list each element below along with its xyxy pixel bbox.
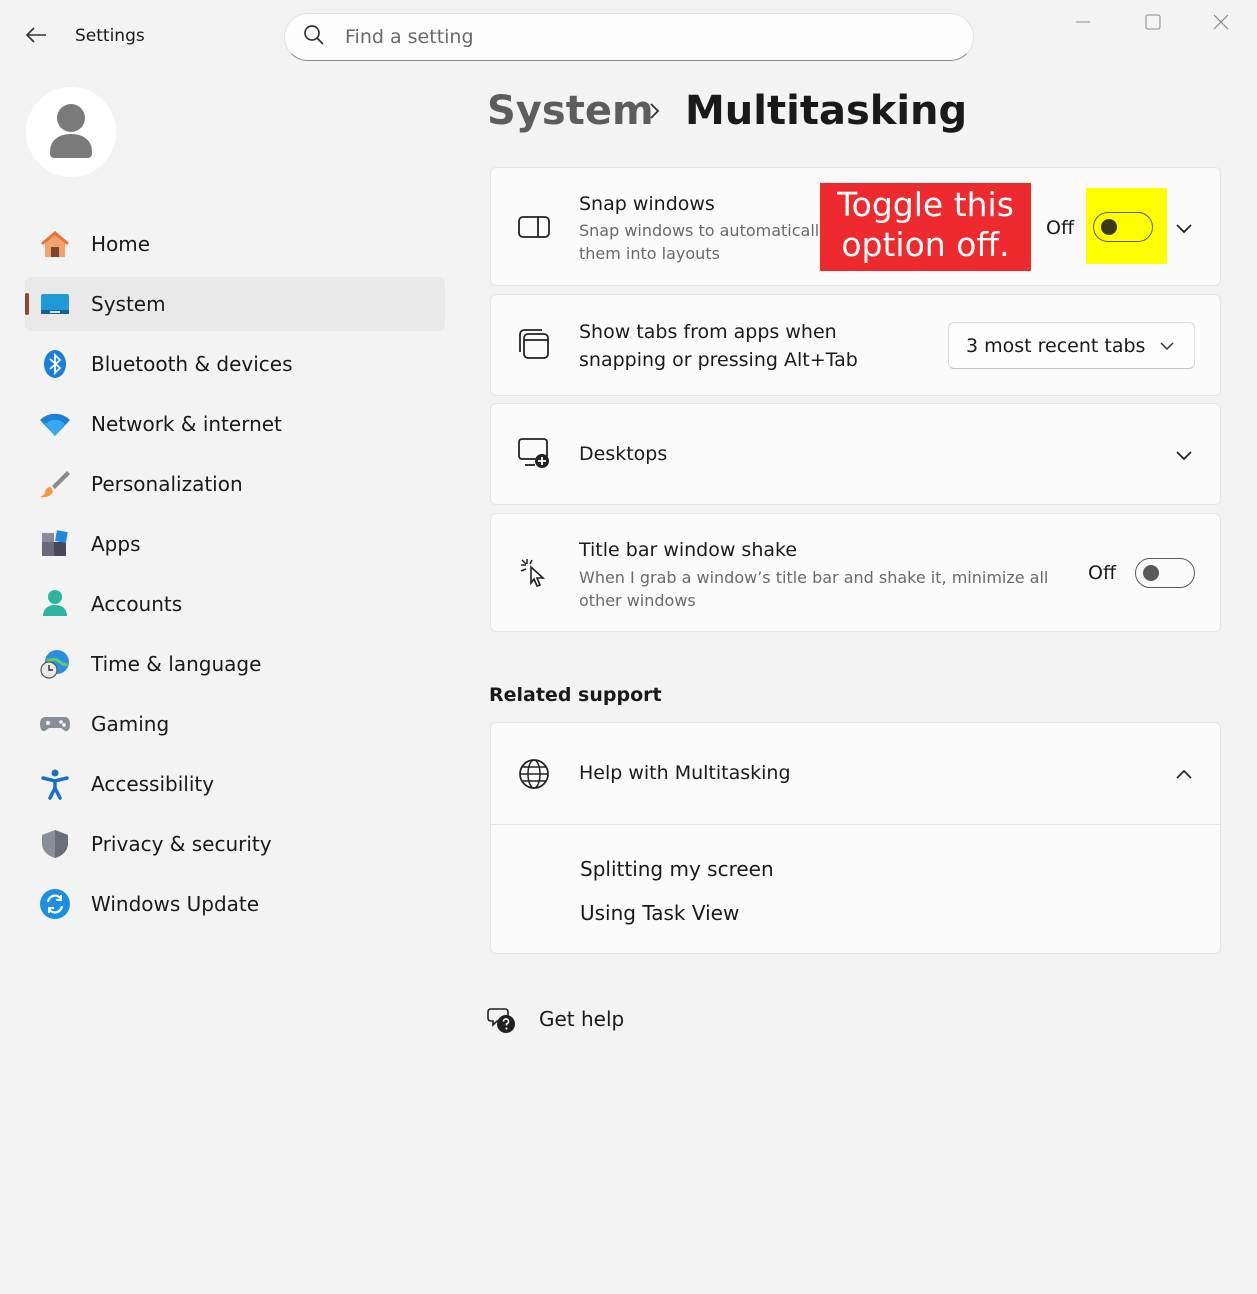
title-bar-shake-toggle[interactable] <box>1135 558 1195 588</box>
nav-item-system[interactable]: System <box>25 277 445 331</box>
system-icon <box>39 288 71 320</box>
globe-clock-icon <box>39 648 71 680</box>
callout-line1: Toggle this <box>837 185 1014 224</box>
instruction-callout: Toggle this option off. <box>820 183 1031 271</box>
nav-item-accessibility[interactable]: Accessibility <box>25 757 445 811</box>
nav-item-label: System <box>91 292 166 316</box>
breadcrumb-chevron-icon <box>648 100 662 126</box>
back-arrow-icon <box>25 26 47 48</box>
tabs-icon <box>517 327 551 361</box>
desktops-title: Desktops <box>579 443 668 465</box>
breadcrumb-parent[interactable]: System <box>487 88 654 134</box>
nav-item-label: Network & internet <box>91 412 282 436</box>
nav-item-bluetooth[interactable]: Bluetooth & devices <box>25 337 445 391</box>
snap-windows-title: Snap windows <box>579 193 715 215</box>
title-bar-shake-title: Title bar window shake <box>579 539 798 561</box>
title-bar-shake-desc-line2: other windows <box>579 591 696 610</box>
get-help-link[interactable]: Get help <box>539 1007 624 1031</box>
nav-item-label: Personalization <box>91 472 243 496</box>
shield-icon <box>39 828 71 860</box>
nav-item-label: Apps <box>91 532 141 556</box>
expand-chevron-icon[interactable] <box>1172 216 1196 240</box>
snap-windows-toggle[interactable] <box>1093 212 1153 242</box>
nav-item-label: Bluetooth & devices <box>91 352 293 376</box>
home-icon <box>39 228 71 260</box>
get-help-icon <box>487 1005 517 1039</box>
snap-toggle-state: Off <box>1046 217 1075 239</box>
desktop-add-icon <box>517 436 551 470</box>
nav-item-network[interactable]: Network & internet <box>25 397 445 451</box>
update-icon <box>39 888 71 920</box>
search-input[interactable] <box>345 26 905 48</box>
help-multitasking-title[interactable]: Help with Multitasking <box>579 762 791 784</box>
expand-chevron-icon[interactable] <box>1172 443 1196 467</box>
divider <box>491 824 1220 825</box>
nav-item-label: Accessibility <box>91 772 215 796</box>
callout-line2: option off. <box>841 225 1010 264</box>
avatar[interactable] <box>26 87 116 177</box>
snap-layout-icon <box>517 210 551 244</box>
nav-item-time-language[interactable]: Time & language <box>25 637 445 691</box>
close-button[interactable] <box>1197 10 1245 38</box>
show-tabs-title-line1: Show tabs from apps when <box>579 321 837 343</box>
help-link-task-view[interactable]: Using Task View <box>580 901 739 925</box>
toggle-knob <box>1143 565 1159 581</box>
title-bar-shake-desc-line1: When I grab a window’s title bar and sha… <box>579 568 1049 587</box>
nav-item-label: Home <box>91 232 151 256</box>
back-button[interactable] <box>18 22 54 52</box>
accessibility-icon <box>39 768 71 800</box>
gamepad-icon <box>39 708 71 740</box>
snap-windows-desc-line1: Snap windows to automaticall <box>579 221 820 240</box>
tabs-count-dropdown[interactable]: 3 most recent tabs <box>948 322 1195 369</box>
title-bar-shake-card: Title bar window shake When I grab a win… <box>490 513 1221 632</box>
accounts-icon <box>39 588 71 620</box>
minimize-icon <box>1075 14 1091 34</box>
nav-item-windows-update[interactable]: Windows Update <box>25 877 445 931</box>
help-link-splitting-screen[interactable]: Splitting my screen <box>580 857 774 881</box>
user-silhouette-icon <box>48 102 94 162</box>
snap-windows-desc-line2: them into layouts <box>579 244 720 263</box>
close-icon <box>1213 14 1229 34</box>
nav-item-accounts[interactable]: Accounts <box>25 577 445 631</box>
show-tabs-title-line2: snapping or pressing Alt+Tab <box>579 349 858 371</box>
shake-cursor-icon <box>517 556 551 590</box>
chevron-down-icon <box>1160 336 1174 355</box>
toggle-knob <box>1101 219 1117 235</box>
app-title: Settings <box>75 26 145 46</box>
selected-indicator <box>25 293 29 315</box>
bluetooth-icon <box>39 348 71 380</box>
brush-icon <box>39 468 71 500</box>
nav-item-privacy[interactable]: Privacy & security <box>25 817 445 871</box>
search-icon <box>303 24 325 50</box>
search-box[interactable] <box>284 13 974 61</box>
globe-icon <box>517 757 551 791</box>
nav-item-apps[interactable]: Apps <box>25 517 445 571</box>
nav-item-gaming[interactable]: Gaming <box>25 697 445 751</box>
minimize-button[interactable] <box>1059 10 1107 38</box>
shake-toggle-state: Off <box>1088 562 1117 584</box>
nav-item-label: Windows Update <box>91 892 260 916</box>
collapse-chevron-icon[interactable] <box>1172 762 1196 786</box>
nav-item-label: Gaming <box>91 712 170 736</box>
help-multitasking-card: Help with Multitasking Splitting my scre… <box>490 722 1221 954</box>
related-support-heading: Related support <box>489 684 662 706</box>
dropdown-value: 3 most recent tabs <box>966 334 1146 357</box>
nav-item-personalization[interactable]: Personalization <box>25 457 445 511</box>
nav-item-label: Privacy & security <box>91 832 272 856</box>
nav-item-home[interactable]: Home <box>25 217 445 271</box>
maximize-icon <box>1145 14 1161 34</box>
show-tabs-card: Show tabs from apps when snapping or pre… <box>490 294 1221 396</box>
desktops-card[interactable]: Desktops <box>490 403 1221 505</box>
nav-item-label: Accounts <box>91 592 183 616</box>
wifi-icon <box>39 408 71 440</box>
nav-item-label: Time & language <box>91 652 262 676</box>
page-title: Multitasking <box>685 88 968 134</box>
apps-icon <box>39 528 71 560</box>
maximize-button[interactable] <box>1129 10 1177 38</box>
